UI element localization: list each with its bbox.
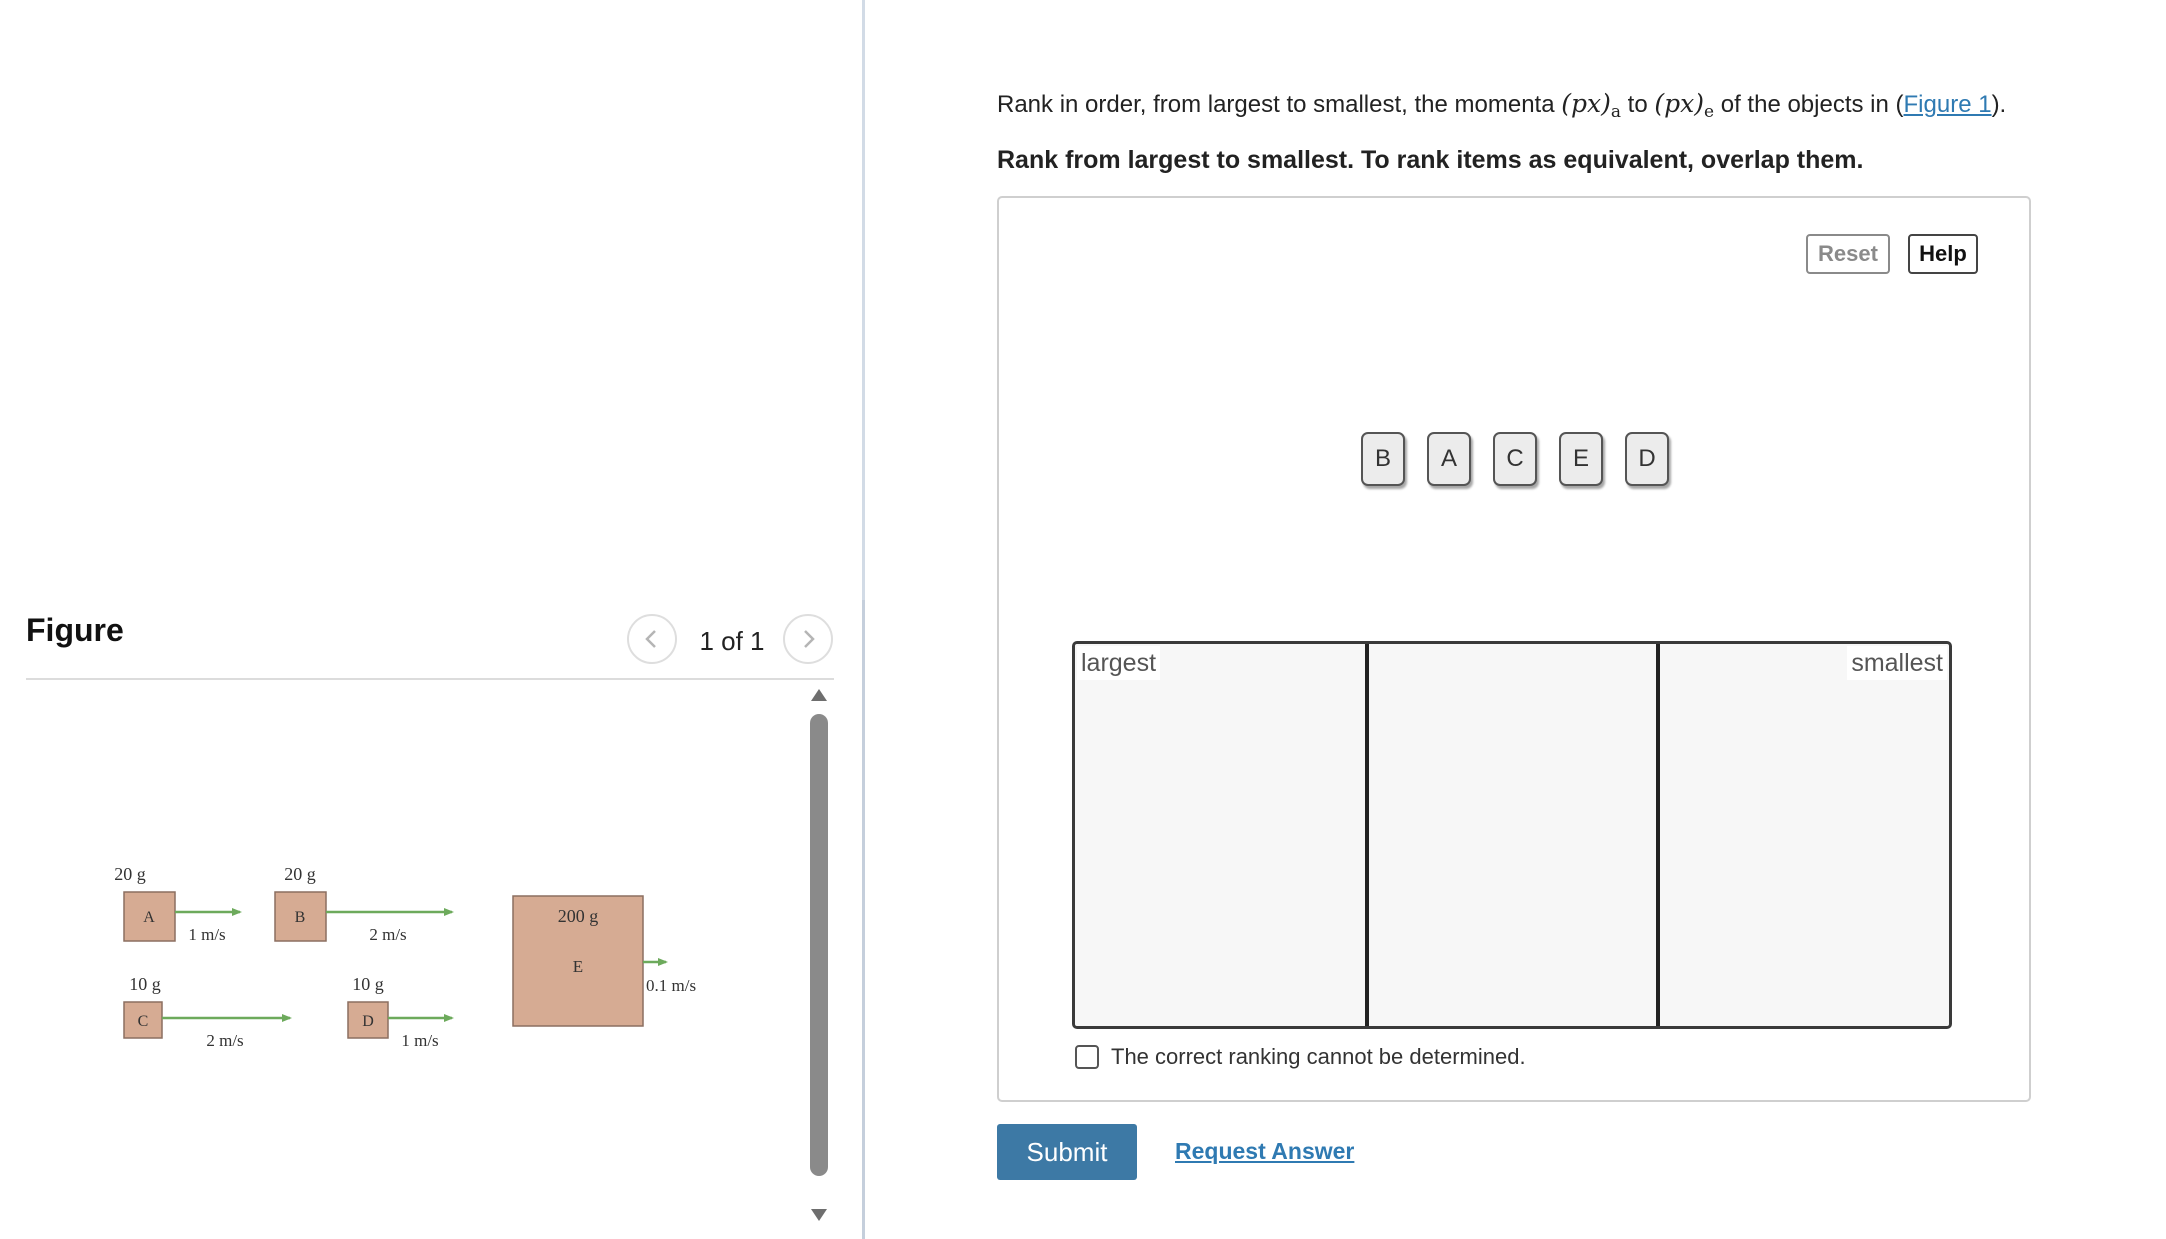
rank-bin-3[interactable]: smallest — [1660, 644, 1949, 1026]
momentum-figure: 20 g A 1 m/s 20 g B 2 m/s 10 g C 2 m/s 1… — [114, 864, 696, 1050]
object-e: 200 g E 0.1 m/s — [512, 895, 696, 1027]
request-answer-link[interactable]: Request Answer — [1175, 1138, 1354, 1165]
object-e-label: E — [573, 957, 583, 976]
object-e-velocity: 0.1 m/s — [646, 976, 696, 995]
object-b-label: B — [295, 909, 306, 926]
object-a-mass: 20 g — [114, 864, 146, 884]
object-c-mass: 10 g — [129, 974, 161, 994]
reset-button[interactable]: Reset — [1806, 234, 1890, 274]
smallest-label: smallest — [1847, 646, 1947, 680]
object-c-label: C — [138, 1013, 149, 1030]
momentum-e-symbol: (px)e — [1654, 89, 1715, 122]
momentum-a-symbol: (px)a — [1561, 89, 1622, 122]
next-figure-button[interactable] — [783, 614, 833, 664]
figure-divider — [26, 678, 834, 680]
figure-title: Figure — [26, 612, 124, 648]
ranking-drop-zone: largest smallest — [1072, 641, 1952, 1029]
ranking-instruction: Rank from largest to smallest. To rank i… — [997, 146, 1864, 174]
figure-pane: Figure 1 of 1 20 g A 1 m/s 20 g B 2 m/s … — [0, 0, 862, 1239]
object-d: 10 g D 1 m/s — [347, 974, 454, 1050]
cannot-determine-checkbox[interactable] — [1075, 1045, 1099, 1069]
chip-a[interactable]: A — [1427, 432, 1471, 486]
object-a: 20 g A 1 m/s — [114, 864, 242, 944]
question-prefix: Rank in order, from largest to smallest,… — [997, 91, 1562, 118]
object-d-mass: 10 g — [352, 974, 384, 994]
question-middle: to — [1621, 91, 1655, 118]
object-a-velocity: 1 m/s — [188, 925, 225, 944]
help-button[interactable]: Help — [1908, 234, 1978, 274]
object-c-velocity: 2 m/s — [206, 1031, 243, 1050]
chip-b[interactable]: B — [1361, 432, 1405, 486]
figure-scrollbar-thumb[interactable] — [810, 714, 828, 1176]
scroll-down-arrow-icon[interactable] — [809, 1207, 829, 1223]
object-b: 20 g B 2 m/s — [274, 864, 454, 944]
object-a-label: A — [143, 909, 155, 926]
object-b-velocity: 2 m/s — [369, 925, 406, 944]
chip-c[interactable]: C — [1493, 432, 1537, 486]
ranking-panel: Reset Help B A C E D largest smallest Th… — [997, 196, 2031, 1102]
cannot-determine-label: The correct ranking cannot be determined… — [1111, 1044, 1526, 1069]
cannot-determine-option[interactable]: The correct ranking cannot be determined… — [1075, 1044, 1526, 1070]
object-d-label: D — [362, 1013, 374, 1030]
rank-bin-2[interactable] — [1369, 644, 1656, 1026]
largest-label: largest — [1077, 646, 1161, 680]
object-b-mass: 20 g — [284, 864, 316, 884]
question-end: ). — [1991, 91, 2007, 118]
object-d-velocity: 1 m/s — [401, 1031, 438, 1050]
chevron-right-icon — [804, 630, 815, 648]
object-e-mass: 200 g — [558, 906, 599, 926]
chevron-left-icon — [645, 630, 656, 648]
figure-link[interactable]: Figure 1 — [1904, 91, 1992, 118]
pane-divider[interactable] — [862, 0, 865, 1239]
figure-page-indicator: 1 of 1 — [699, 626, 765, 656]
chip-d[interactable]: D — [1625, 432, 1669, 486]
submit-button[interactable]: Submit — [997, 1124, 1137, 1180]
question-text: Rank in order, from largest to smallest,… — [997, 88, 2157, 123]
question-suffix: of the objects in ( — [1714, 91, 1904, 118]
object-c: 10 g C 2 m/s — [123, 974, 292, 1050]
chip-e[interactable]: E — [1559, 432, 1603, 486]
previous-figure-button[interactable] — [627, 614, 677, 664]
scroll-up-arrow-icon[interactable] — [809, 687, 829, 703]
rank-bin-1[interactable]: largest — [1075, 644, 1365, 1026]
